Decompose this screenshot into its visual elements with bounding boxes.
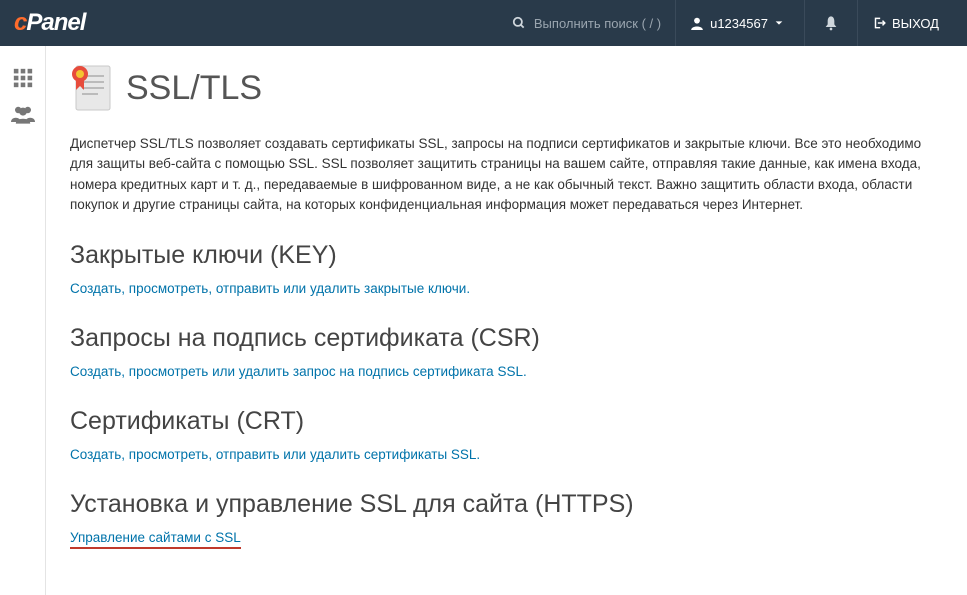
logo[interactable]: cPanel [14,9,85,37]
sections-container: Закрытые ключи (KEY) Создать, просмотреть… [70,241,943,577]
sidebar-users-button[interactable] [0,96,46,132]
user-icon [690,16,704,30]
left-sidebar [0,46,46,595]
page-title-row: SSL/TLS [70,64,943,112]
certificate-icon [70,64,112,112]
sidebar-apps-button[interactable] [0,60,46,96]
section-heading: Закрытые ключи (KEY) [70,241,943,270]
intro-text: Диспетчер SSL/TLS позволяет создавать се… [70,134,943,215]
section-heading: Установка и управление SSL для сайта (HT… [70,490,943,519]
top-header: cPanel Выполнить поиск ( / ) u1234567 ВЫ… [0,0,967,46]
logo-rest: Panel [26,9,85,36]
username: u1234567 [710,16,768,31]
search-icon [512,16,526,30]
search-area[interactable]: Выполнить поиск ( / ) [498,16,675,31]
section-link[interactable]: Создать, просмотреть, отправить или удал… [70,447,480,462]
search-placeholder: Выполнить поиск ( / ) [534,16,661,31]
logout-icon [872,16,886,30]
bell-icon [823,15,839,31]
user-menu[interactable]: u1234567 [675,0,804,46]
logout-button[interactable]: ВЫХОД [857,0,953,46]
chevron-down-icon [774,18,784,28]
section-heading: Запросы на подпись сертификата (CSR) [70,324,943,353]
section-link[interactable]: Управление сайтами с SSL [70,530,241,549]
logout-label: ВЫХОД [892,16,939,31]
main-content: SSL/TLS Диспетчер SSL/TLS позволяет созд… [46,46,967,595]
section-link[interactable]: Создать, просмотреть или удалить запрос … [70,364,527,379]
grid-icon [12,67,34,89]
notifications-button[interactable] [804,0,857,46]
section-link[interactable]: Создать, просмотреть, отправить или удал… [70,281,470,296]
section-heading: Сертификаты (CRT) [70,407,943,436]
page-title: SSL/TLS [126,69,262,108]
logo-letter-c: c [14,9,26,36]
users-icon [11,104,35,124]
